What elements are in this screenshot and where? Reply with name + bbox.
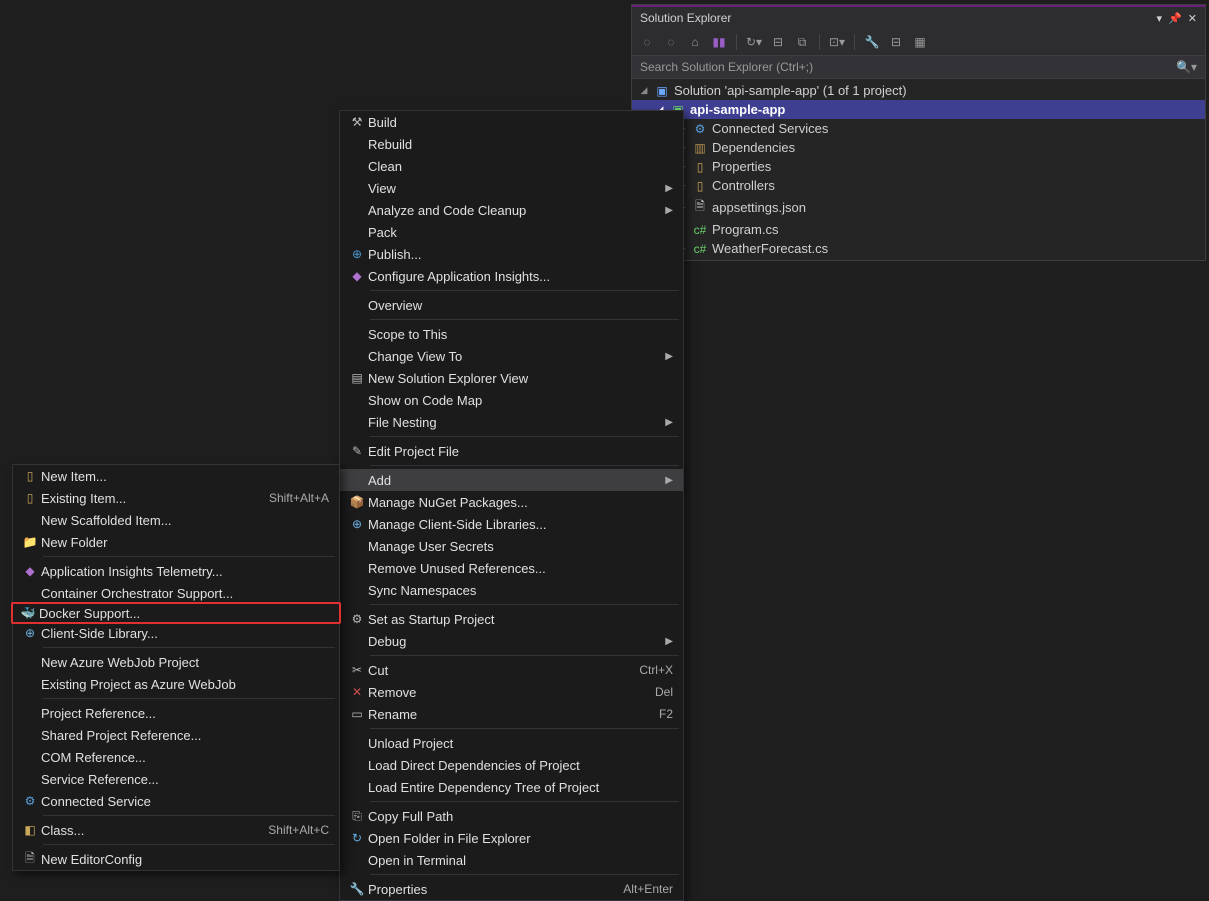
menu-add[interactable]: Add▶ [340, 469, 683, 491]
solution-node[interactable]: ◢▣ Solution 'api-sample-app' (1 of 1 pro… [632, 81, 1205, 100]
menu-clean[interactable]: Clean [340, 155, 683, 177]
tree-item-weather[interactable]: ▷c# WeatherForecast.cs [632, 239, 1205, 258]
solution-explorer-title: Solution Explorer [640, 11, 731, 25]
submenu-project-ref[interactable]: Project Reference... [13, 702, 339, 724]
menu-rename[interactable]: ▭RenameF2 [340, 703, 683, 725]
menu-user-secrets[interactable]: Manage User Secrets [340, 535, 683, 557]
solution-explorer-titlebar: Solution Explorer ▾ 📌 ✕ [632, 5, 1205, 29]
submenu-class[interactable]: ◧Class...Shift+Alt+C [13, 819, 339, 841]
tree-item-appsettings[interactable]: ▷🗎 appsettings.json [632, 195, 1205, 220]
tree-item-controllers[interactable]: ▷▯ Controllers [632, 176, 1205, 195]
show-all-icon[interactable]: ⊡▾ [828, 33, 846, 51]
tree-item-dependencies[interactable]: ▷▥ Dependencies [632, 138, 1205, 157]
menu-cut[interactable]: ✂CutCtrl+X [340, 659, 683, 681]
project-context-menu: ⚒Build Rebuild Clean View▶ Analyze and C… [339, 110, 684, 901]
back-icon[interactable]: ◌ [638, 33, 656, 51]
menu-scope[interactable]: Scope to This [340, 323, 683, 345]
submenu-webjob[interactable]: New Azure WebJob Project [13, 651, 339, 673]
menu-configure-insights[interactable]: ◆Configure Application Insights... [340, 265, 683, 287]
pending-changes-icon[interactable]: ↻▾ [745, 33, 763, 51]
menu-remove-unused[interactable]: Remove Unused References... [340, 557, 683, 579]
project-node[interactable]: ◢▣ api-sample-app [632, 100, 1205, 119]
submenu-scaffolded[interactable]: New Scaffolded Item... [13, 509, 339, 531]
solution-explorer-panel: Solution Explorer ▾ 📌 ✕ ◌ ◌ ⌂ ▮▮ ↻▾ ⊟ ⧉ … [631, 4, 1206, 261]
menu-properties[interactable]: 🔧PropertiesAlt+Enter [340, 878, 683, 900]
menu-open-terminal[interactable]: Open in Terminal [340, 849, 683, 871]
menu-remove[interactable]: ✕RemoveDel [340, 681, 683, 703]
submenu-existing-item[interactable]: ▯Existing Item...Shift+Alt+A [13, 487, 339, 509]
submenu-connected-service[interactable]: ⚙Connected Service [13, 790, 339, 812]
forward-icon[interactable]: ◌ [662, 33, 680, 51]
menu-rebuild[interactable]: Rebuild [340, 133, 683, 155]
tree-item-program[interactable]: c# Program.cs [632, 220, 1205, 239]
preview-icon[interactable]: ⊟ [887, 33, 905, 51]
solution-tree: ◢▣ Solution 'api-sample-app' (1 of 1 pro… [632, 79, 1205, 260]
submenu-existing-webjob[interactable]: Existing Project as Azure WebJob [13, 673, 339, 695]
menu-load-direct[interactable]: Load Direct Dependencies of Project [340, 754, 683, 776]
menu-open-folder[interactable]: ↻Open Folder in File Explorer [340, 827, 683, 849]
collapse-all-icon[interactable]: ⧉ [793, 33, 811, 51]
submenu-editorconfig[interactable]: 🗎New EditorConfig [13, 848, 339, 870]
menu-change-view[interactable]: Change View To▶ [340, 345, 683, 367]
menu-pack[interactable]: Pack [340, 221, 683, 243]
menu-view[interactable]: View▶ [340, 177, 683, 199]
menu-code-map[interactable]: Show on Code Map [340, 389, 683, 411]
submenu-insights[interactable]: ◆Application Insights Telemetry... [13, 560, 339, 582]
search-icon: 🔍▾ [1176, 60, 1197, 74]
solution-explorer-toolbar: ◌ ◌ ⌂ ▮▮ ↻▾ ⊟ ⧉ ⊡▾ 🔧 ⊟ ▦ [632, 29, 1205, 56]
menu-client-side[interactable]: ⊕Manage Client-Side Libraries... [340, 513, 683, 535]
menu-file-nesting[interactable]: File Nesting▶ [340, 411, 683, 433]
menu-overview[interactable]: Overview [340, 294, 683, 316]
submenu-orchestrator[interactable]: Container Orchestrator Support... [13, 582, 339, 604]
close-icon[interactable]: ✕ [1188, 12, 1197, 25]
menu-nuget[interactable]: 📦Manage NuGet Packages... [340, 491, 683, 513]
switch-view-icon[interactable]: ▮▮ [710, 33, 728, 51]
tree-item-properties[interactable]: ▷▯ Properties [632, 157, 1205, 176]
solution-explorer-search[interactable]: Search Solution Explorer (Ctrl+;) 🔍▾ [632, 56, 1205, 79]
pin-icon[interactable]: 📌 [1168, 12, 1182, 25]
menu-startup[interactable]: ⚙Set as Startup Project [340, 608, 683, 630]
menu-new-explorer[interactable]: ▤New Solution Explorer View [340, 367, 683, 389]
grid-icon[interactable]: ▦ [911, 33, 929, 51]
submenu-new-folder[interactable]: 📁New Folder [13, 531, 339, 553]
submenu-new-item[interactable]: ▯New Item... [13, 465, 339, 487]
submenu-com-ref[interactable]: COM Reference... [13, 746, 339, 768]
submenu-service-ref[interactable]: Service Reference... [13, 768, 339, 790]
menu-analyze[interactable]: Analyze and Code Cleanup▶ [340, 199, 683, 221]
menu-publish[interactable]: ⊕Publish... [340, 243, 683, 265]
menu-sync-ns[interactable]: Sync Namespaces [340, 579, 683, 601]
properties-icon[interactable]: 🔧 [863, 33, 881, 51]
home-icon[interactable]: ⌂ [686, 33, 704, 51]
add-submenu: ▯New Item... ▯Existing Item...Shift+Alt+… [12, 464, 340, 871]
menu-build[interactable]: ⚒Build [340, 111, 683, 133]
submenu-docker[interactable]: 🐳Docker Support... [11, 602, 341, 624]
dropdown-icon[interactable]: ▾ [1157, 12, 1163, 25]
sync-icon[interactable]: ⊟ [769, 33, 787, 51]
menu-edit-project[interactable]: ✎Edit Project File [340, 440, 683, 462]
menu-load-tree[interactable]: Load Entire Dependency Tree of Project [340, 776, 683, 798]
submenu-shared-ref[interactable]: Shared Project Reference... [13, 724, 339, 746]
menu-unload[interactable]: Unload Project [340, 732, 683, 754]
tree-item-connected-services[interactable]: ▷⚙ Connected Services [632, 119, 1205, 138]
search-placeholder: Search Solution Explorer (Ctrl+;) [640, 60, 813, 74]
menu-debug[interactable]: Debug▶ [340, 630, 683, 652]
menu-copy-path[interactable]: ⎘Copy Full Path [340, 805, 683, 827]
submenu-client-lib[interactable]: ⊕Client-Side Library... [13, 622, 339, 644]
